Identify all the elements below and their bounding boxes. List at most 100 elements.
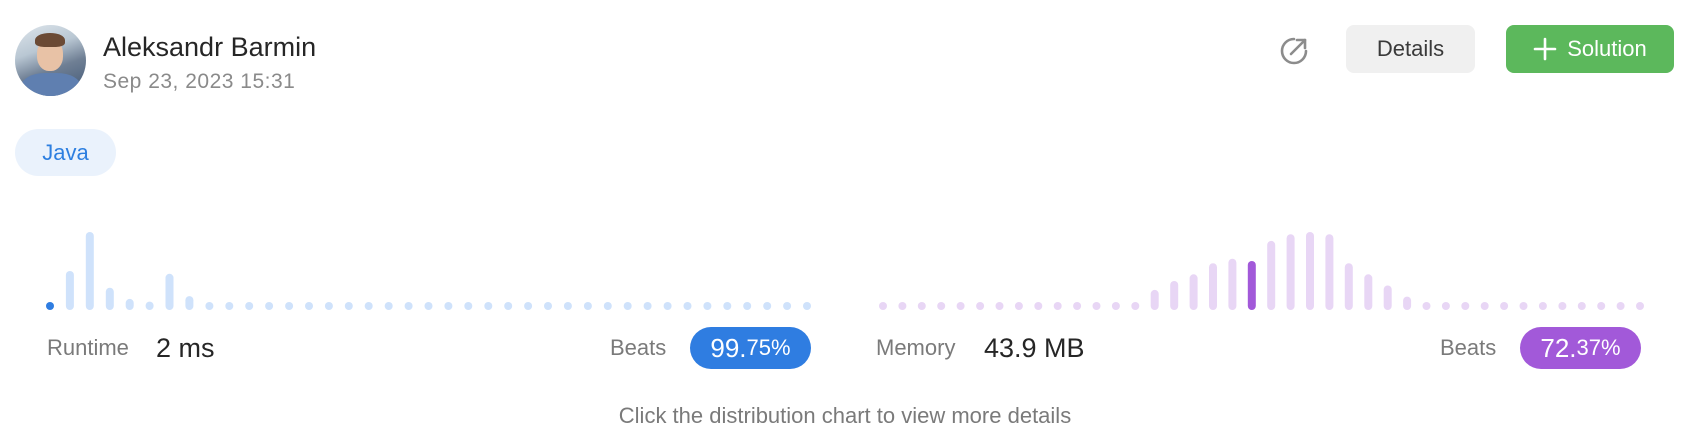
- runtime-bar[interactable]: [563, 302, 572, 310]
- runtime-bar[interactable]: [145, 301, 154, 310]
- memory-beats-fraction: 37%: [1576, 335, 1621, 360]
- runtime-bar[interactable]: [603, 302, 612, 310]
- memory-bar[interactable]: [1189, 274, 1198, 310]
- runtime-bar[interactable]: [324, 302, 333, 310]
- runtime-bar[interactable]: [165, 273, 174, 310]
- runtime-bar[interactable]: [643, 302, 652, 310]
- memory-bar[interactable]: [1209, 263, 1217, 310]
- memory-bar[interactable]: [976, 302, 985, 310]
- language-badge: Java: [15, 129, 116, 176]
- user-name[interactable]: Aleksandr Barmin: [103, 32, 316, 63]
- memory-bar[interactable]: [1344, 263, 1353, 310]
- avatar-hair: [35, 33, 65, 47]
- runtime-bar[interactable]: [404, 302, 413, 310]
- memory-label: Memory: [876, 335, 956, 360]
- runtime-bar[interactable]: [623, 302, 632, 310]
- memory-bar[interactable]: [1422, 302, 1431, 310]
- memory-bar[interactable]: [1538, 302, 1547, 310]
- memory-bar[interactable]: [1461, 302, 1470, 310]
- memory-bar[interactable]: [917, 302, 926, 310]
- memory-distribution-chart[interactable]: [879, 220, 1644, 312]
- plus-icon: [1533, 37, 1557, 61]
- memory-bar[interactable]: [1616, 302, 1625, 310]
- memory-bar[interactable]: [1073, 302, 1082, 310]
- runtime-bar[interactable]: [185, 296, 194, 310]
- runtime-bar[interactable]: [265, 302, 274, 310]
- memory-bar[interactable]: [1170, 281, 1179, 310]
- submission-timestamp: Sep 23, 2023 15:31: [103, 70, 296, 93]
- memory-bar[interactable]: [1228, 258, 1237, 310]
- runtime-bar[interactable]: [504, 302, 513, 310]
- memory-bar[interactable]: [1092, 302, 1101, 310]
- runtime-bar[interactable]: [65, 271, 74, 310]
- runtime-bar[interactable]: [305, 302, 313, 310]
- runtime-beats-fraction: 75%: [746, 335, 791, 360]
- runtime-bar[interactable]: [245, 302, 254, 310]
- runtime-bar[interactable]: [723, 302, 732, 310]
- runtime-bar[interactable]: [384, 302, 393, 310]
- memory-bar[interactable]: [1131, 302, 1140, 310]
- runtime-bar[interactable]: [464, 302, 473, 310]
- runtime-bar[interactable]: [205, 302, 214, 310]
- memory-bar[interactable]: [1150, 289, 1159, 310]
- runtime-bar-highlight[interactable]: [46, 302, 54, 310]
- memory-beats-badge: 72. 37%: [1520, 327, 1641, 369]
- distribution-hint: Click the distribution chart to view mor…: [618, 403, 1072, 428]
- runtime-bar[interactable]: [783, 302, 792, 310]
- runtime-bar[interactable]: [703, 302, 712, 310]
- memory-bar[interactable]: [1325, 234, 1334, 310]
- memory-bar[interactable]: [1441, 302, 1450, 310]
- memory-bar[interactable]: [956, 302, 965, 310]
- runtime-bar[interactable]: [85, 232, 94, 310]
- memory-bar[interactable]: [995, 302, 1004, 310]
- runtime-bar[interactable]: [803, 302, 811, 310]
- memory-bar[interactable]: [1383, 285, 1392, 311]
- memory-bar-highlight[interactable]: [1247, 261, 1256, 310]
- runtime-distribution-chart[interactable]: [46, 220, 811, 312]
- memory-bar[interactable]: [1053, 302, 1062, 310]
- memory-bar[interactable]: [1267, 240, 1276, 310]
- runtime-value: 2 ms: [156, 333, 215, 363]
- runtime-bar[interactable]: [424, 302, 433, 310]
- runtime-bar[interactable]: [743, 302, 752, 310]
- runtime-bar[interactable]: [524, 302, 533, 310]
- memory-bar[interactable]: [1014, 302, 1023, 310]
- share-arrow-icon[interactable]: [1277, 34, 1311, 68]
- runtime-bar[interactable]: [285, 302, 294, 310]
- memory-bar[interactable]: [1480, 302, 1489, 310]
- memory-bar[interactable]: [937, 302, 946, 310]
- memory-bar[interactable]: [1597, 302, 1606, 310]
- memory-bar[interactable]: [1500, 302, 1509, 310]
- memory-bar[interactable]: [1577, 302, 1586, 310]
- runtime-bar[interactable]: [105, 287, 114, 310]
- memory-value: 43.9 MB: [984, 333, 1085, 363]
- runtime-bar[interactable]: [583, 302, 592, 310]
- runtime-bar[interactable]: [484, 302, 493, 310]
- memory-bar[interactable]: [1636, 302, 1644, 310]
- memory-bar[interactable]: [1519, 302, 1528, 310]
- runtime-bar[interactable]: [663, 302, 672, 310]
- memory-bar[interactable]: [1286, 234, 1295, 310]
- avatar[interactable]: [15, 25, 86, 96]
- memory-bar[interactable]: [1364, 274, 1373, 310]
- runtime-bar[interactable]: [763, 302, 772, 310]
- memory-bar[interactable]: [1306, 232, 1314, 310]
- runtime-bar[interactable]: [225, 302, 234, 310]
- runtime-bar[interactable]: [364, 302, 373, 310]
- memory-bar[interactable]: [879, 302, 887, 310]
- memory-beats-label: Beats: [1440, 335, 1497, 360]
- details-button[interactable]: Details: [1346, 25, 1475, 73]
- memory-bar[interactable]: [1111, 302, 1120, 310]
- memory-bar[interactable]: [1403, 296, 1412, 310]
- memory-bar[interactable]: [1558, 302, 1567, 310]
- runtime-bar[interactable]: [344, 302, 353, 310]
- runtime-bar[interactable]: [444, 302, 453, 310]
- memory-bar[interactable]: [898, 302, 907, 310]
- runtime-label: Runtime: [47, 335, 129, 360]
- runtime-bar[interactable]: [544, 302, 552, 310]
- runtime-bar[interactable]: [683, 302, 692, 310]
- runtime-bar[interactable]: [125, 298, 134, 310]
- memory-beats-main: 72.: [1540, 332, 1577, 363]
- add-solution-button[interactable]: Solution: [1506, 25, 1674, 73]
- memory-bar[interactable]: [1034, 302, 1043, 310]
